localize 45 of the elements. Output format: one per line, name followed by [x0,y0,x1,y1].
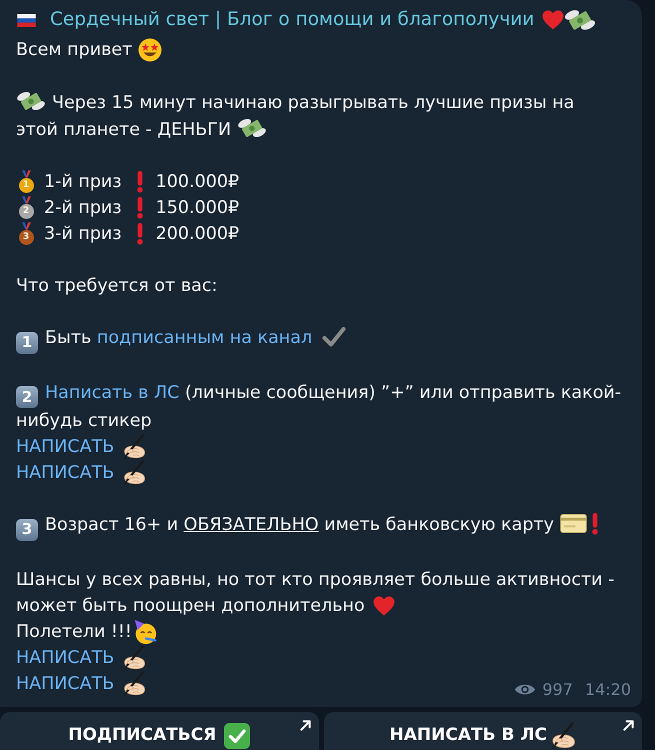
arrow-icon [300,718,312,730]
star-struck-face-icon [138,38,162,62]
prize-label: 3-й приз [44,223,122,246]
money-with-wings-icon [237,116,268,140]
text-link[interactable]: Написать в ЛС [45,382,180,402]
number-keycap: 2 [16,386,38,408]
text-link[interactable]: подписанным на канал [96,328,312,348]
write-link[interactable]: НАПИСАТЬ [16,670,114,696]
exclamation-icon [136,223,144,245]
write-link[interactable]: НАПИСАТЬ [16,460,114,486]
cheer-text: Полетели !!! [16,620,132,644]
view-count: 997 [542,680,573,700]
write-link[interactable]: НАПИСАТЬ [16,644,114,670]
message-button[interactable]: НАПИСАТЬ В ЛС [324,712,642,750]
number-keycap: 1 [16,332,38,354]
money-with-wings-icon [564,7,596,33]
closing-text: Шансы у всех равны, но тот кто проявляет больше активности - может быть поощрен дополнительно [16,568,616,618]
heart-icon [542,10,564,30]
requirement-text: 1 Быть подписанным на канал [16,325,346,354]
eye-icon [514,682,536,697]
exclamation-icon [136,197,144,219]
money-with-wings-icon [16,89,46,113]
check-mark-icon [322,326,346,348]
requirement-text: 3 Возраст 16+ и ОБЯЗАТЕЛЬНО иметь банковскую карту [16,512,599,540]
prize-amount: 100.000₽ [156,171,240,194]
check-box-icon [224,722,250,748]
prize-amount: 200.000₽ [156,223,240,246]
requirement-text: 2 Написать в ЛС (личные сообщения) ”+” или отправить какой-нибудь стикер [16,382,622,433]
prize-label: 2-й приз [44,197,122,220]
greeting-text: Всем привет [16,39,132,62]
channel-title[interactable]: Сердечный свет | Блог о помощи и благополучии [50,7,534,33]
prize-label: 1-й приз [44,171,122,194]
subscribe-button[interactable]: ПОДПИСАТЬСЯ [0,712,318,750]
flag-icon [17,14,36,26]
credit-card-icon [560,514,587,533]
announcement-text: Через 15 минут начинаю разыгрывать лучшие призы на этой планете - ДЕНЬГИ [16,89,612,143]
write-link[interactable]: НАПИСАТЬ [16,434,114,460]
arrow-icon [623,718,635,730]
requirements-heading: Что требуется от вас: [16,276,218,296]
exclamation-icon [590,513,599,535]
exclamation-icon [136,171,144,193]
prize-amount: 150.000₽ [156,197,240,220]
heart-icon [372,596,395,616]
message-time: 14:20 [584,680,631,700]
number-keycap: 3 [16,518,38,540]
